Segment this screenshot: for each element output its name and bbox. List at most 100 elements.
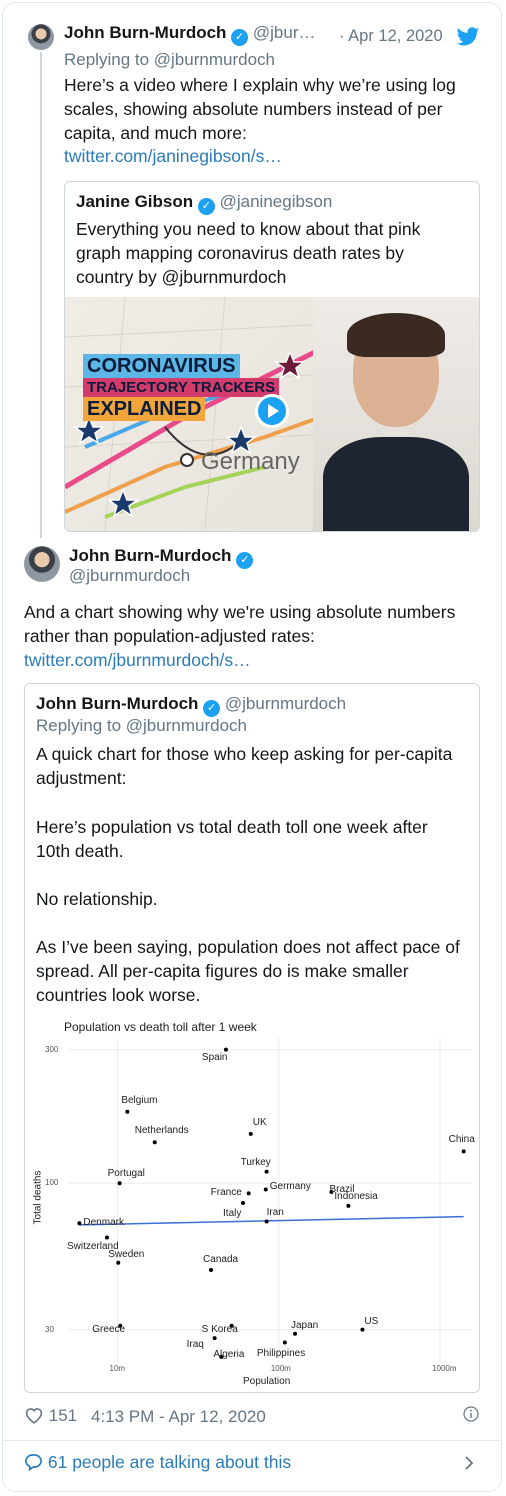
point-label: S Korea <box>201 1323 238 1335</box>
parent-avatar[interactable] <box>28 24 54 50</box>
data-point <box>360 1327 365 1332</box>
y-tick-label: 30 <box>45 1324 54 1334</box>
point-label: Greece <box>92 1323 126 1335</box>
data-point <box>212 1336 217 1341</box>
video-title-line1: CORONAVIRUS <box>83 354 240 378</box>
twitter-bird-icon[interactable] <box>456 27 480 47</box>
data-point <box>209 1268 214 1273</box>
data-point <box>116 1260 121 1265</box>
y-axis-title: Total deaths <box>32 1170 44 1225</box>
x-axis-title: Population <box>243 1376 291 1387</box>
point-label: Indonesia <box>334 1190 378 1202</box>
parent-date[interactable]: · Apr 12, 2020 <box>339 27 443 46</box>
point-label: Italy <box>223 1207 242 1219</box>
main-quote-replying-to[interactable]: Replying to @jburnmurdoch <box>36 716 247 736</box>
likes[interactable]: 151 <box>24 1406 77 1426</box>
data-point <box>246 1191 251 1196</box>
main-quote-author-handle[interactable]: @jburnmurdoch <box>225 694 346 713</box>
data-point <box>117 1181 122 1186</box>
video-map-label: Germany <box>201 448 300 475</box>
data-point <box>125 1109 130 1114</box>
data-point <box>241 1200 246 1205</box>
main-author-handle[interactable]: @jburnmurdoch <box>69 566 190 586</box>
x-tick-label: 1000m <box>432 1364 457 1373</box>
parent-author-name[interactable]: John Burn-Murdoch <box>64 23 226 42</box>
parent-author-handle[interactable]: @jbur… <box>253 23 316 42</box>
verified-icon: ✓ <box>231 29 249 46</box>
heart-icon[interactable] <box>24 1406 44 1424</box>
point-label: Spain <box>201 1051 228 1063</box>
data-point <box>248 1131 253 1136</box>
data-point <box>282 1340 287 1345</box>
scatter-chart[interactable]: Population vs death toll after 1 week Po… <box>25 1014 479 1392</box>
tweet-timestamp[interactable]: 4:13 PM - Apr 12, 2020 <box>91 1407 266 1427</box>
chart-plot-area <box>69 1038 473 1362</box>
quote-author-name[interactable]: Janine Gibson <box>76 192 193 211</box>
conversation-link[interactable]: 61 people are talking about this <box>24 1452 291 1473</box>
point-label: Belgium <box>121 1094 158 1106</box>
y-tick-label: 100 <box>45 1178 59 1188</box>
main-quote-card[interactable]: John Burn-Murdoch ✓ @jburnmurdoch Replyi… <box>24 683 480 1393</box>
point-label: Canada <box>203 1254 239 1265</box>
point-label: UK <box>252 1116 267 1128</box>
play-button[interactable] <box>255 394 289 428</box>
parent-quote-card[interactable]: Janine Gibson ✓ @janinegibson Everything… <box>64 181 480 532</box>
x-tick-label: 10m <box>109 1364 126 1373</box>
point-label: France <box>210 1187 242 1199</box>
play-icon <box>268 404 279 418</box>
data-point <box>264 1169 269 1174</box>
parent-text: Here’s a video where I explain why we’re… <box>64 75 456 143</box>
point-label: Turkey <box>240 1156 271 1168</box>
parent-link[interactable]: twitter.com/janinegibson/s… <box>64 146 282 167</box>
thread-connector <box>40 52 42 538</box>
verified-icon: ✓ <box>203 700 221 717</box>
video-title-line3: EXPLAINED <box>83 397 206 421</box>
data-point <box>461 1149 466 1154</box>
quote-author-handle[interactable]: @janinegibson <box>220 192 333 211</box>
reply-bubble-icon <box>25 1454 42 1472</box>
data-point <box>346 1203 351 1208</box>
point-label: Iran <box>266 1206 284 1218</box>
point-label: Japan <box>291 1319 319 1331</box>
point-label: Denmark <box>83 1217 124 1229</box>
verified-icon: ✓ <box>197 198 215 215</box>
info-icon[interactable] <box>463 1406 479 1422</box>
main-quote-author-name[interactable]: John Burn-Murdoch <box>36 694 198 713</box>
main-author-name[interactable]: John Burn-Murdoch <box>69 546 231 565</box>
data-point <box>263 1187 268 1192</box>
point-label: Iraq <box>186 1339 204 1351</box>
quote-text: Everything you need to know about that p… <box>76 219 421 287</box>
verified-icon: ✓ <box>236 552 254 569</box>
data-point <box>104 1235 109 1240</box>
data-point <box>77 1221 82 1226</box>
y-tick-label: 300 <box>45 1044 59 1054</box>
point-label: China <box>448 1134 475 1146</box>
point-label: Netherlands <box>134 1125 189 1137</box>
main-link[interactable]: twitter.com/jburnmurdoch/s… <box>24 650 251 671</box>
main-avatar[interactable] <box>24 546 60 582</box>
trend-line <box>79 1215 464 1226</box>
parent-header: John Burn-Murdoch ✓ @jbur… <box>64 23 316 46</box>
data-point <box>293 1331 298 1336</box>
main-quote-p2: Here’s population vs total death toll on… <box>36 817 428 861</box>
point-label: Philippines <box>256 1348 306 1360</box>
main-quote-header: John Burn-Murdoch ✓ @jburnmurdoch <box>36 694 346 717</box>
x-tick-label: 100m <box>270 1364 291 1373</box>
point-label: Sweden <box>108 1248 145 1260</box>
video-title-line2: TRAJECTORY TRACKERS <box>83 378 280 397</box>
parent-replying-to[interactable]: Replying to @jburnmurdoch <box>64 50 275 70</box>
footer-divider <box>3 1440 501 1441</box>
video-thumbnail[interactable]: CORONAVIRUS TRAJECTORY TRACKERS EXPLAINE… <box>65 297 479 531</box>
main-quote-p3: No relationship. <box>36 889 158 909</box>
point-label: Algeria <box>213 1348 245 1360</box>
data-point <box>264 1219 269 1224</box>
point-label: Portugal <box>107 1168 145 1180</box>
point-label: Germany <box>269 1181 311 1193</box>
conversation-count: 61 people are talking about this <box>47 1452 292 1472</box>
main-text: And a chart showing why we're using abso… <box>24 602 456 646</box>
like-count: 151 <box>48 1406 78 1425</box>
presenter-photo <box>313 297 479 531</box>
data-point <box>152 1140 157 1145</box>
chevron-right-icon[interactable] <box>463 1455 475 1471</box>
point-label: US <box>364 1315 379 1327</box>
